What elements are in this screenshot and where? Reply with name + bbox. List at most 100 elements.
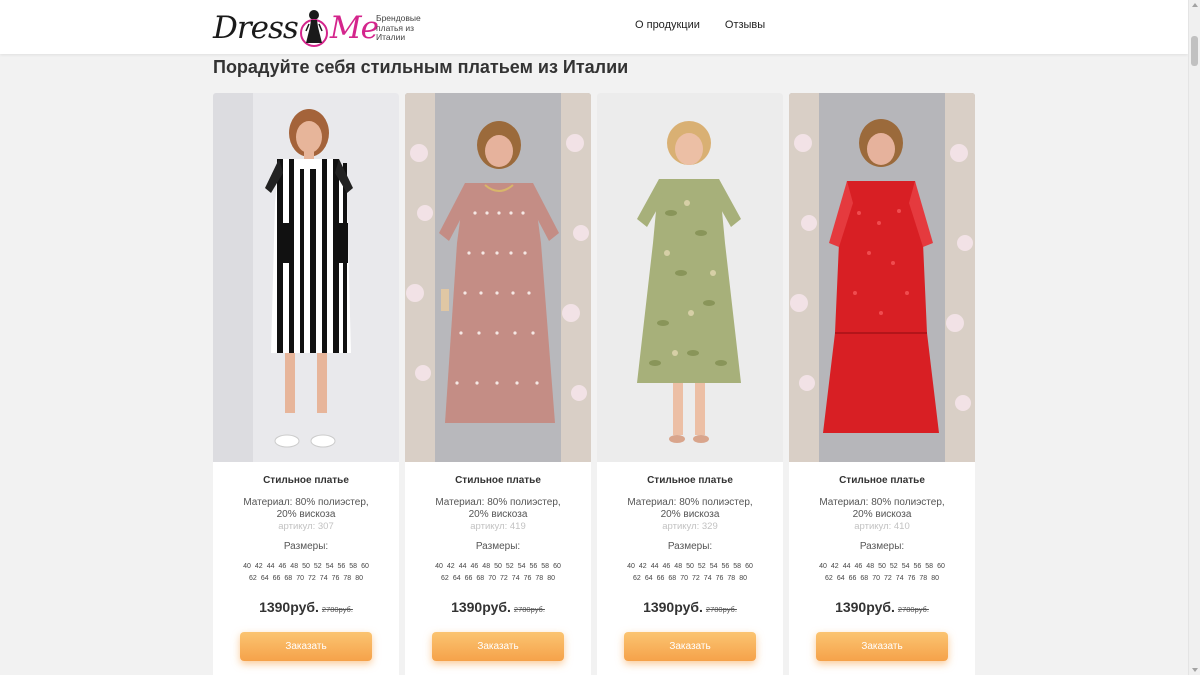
product-article: артикул: 419 [470, 521, 526, 532]
size-option: 52 [697, 563, 706, 570]
site-header: Dress Me Брендовые платья из Италии О пр… [0, 0, 1188, 54]
size-option: 72 [884, 575, 892, 582]
size-option: 52 [505, 563, 514, 570]
size-option: 78 [343, 575, 352, 582]
size-option: 72 [308, 575, 316, 582]
product-title: Стильное платье [263, 475, 349, 486]
nav-item-products[interactable]: О продукции [635, 19, 700, 31]
size-option: 80 [931, 575, 939, 582]
scroll-down-arrow-icon[interactable] [1192, 668, 1198, 672]
size-option: 76 [907, 575, 916, 582]
product-article: артикул: 410 [854, 521, 910, 532]
size-option: 40 [819, 563, 827, 570]
logo-text-me: Me [329, 10, 379, 46]
dress-photo-image [213, 93, 399, 462]
product-price: 1390руб. [643, 599, 703, 615]
size-option: 56 [913, 563, 922, 570]
size-option: 62 [633, 575, 641, 582]
size-option: 48 [866, 563, 875, 570]
size-option: 42 [254, 563, 263, 570]
sizes-list: 40 42 44 46 48 50 52 54 56 58 60 62 64 66 68 70 72 74 76 7… [797, 561, 967, 585]
size-option: 54 [709, 563, 718, 570]
size-option: 60 [745, 563, 753, 570]
scroll-up-arrow-icon[interactable] [1192, 3, 1198, 7]
order-button[interactable]: Заказать [816, 632, 948, 661]
tagline: Брендовые платья из Италии [376, 13, 421, 42]
size-option: 40 [243, 563, 251, 570]
size-option: 66 [464, 575, 473, 582]
product-card: Стильное платье Материал: 80% полиэстер,… [405, 93, 591, 675]
product-material: Материал: 80% полиэстер, 20% вискоза [627, 497, 753, 520]
size-option: 46 [470, 563, 479, 570]
size-option: 44 [650, 563, 659, 570]
size-option: 64 [260, 575, 269, 582]
product-photo[interactable] [789, 93, 975, 462]
product-grid: Стильное платье Материал: 80% полиэстер,… [213, 93, 975, 675]
size-option: 50 [302, 563, 310, 570]
product-article: артикул: 329 [662, 521, 718, 532]
size-option: 78 [727, 575, 736, 582]
size-option: 52 [889, 563, 898, 570]
product-old-price: 2780руб. [513, 605, 545, 614]
size-option: 50 [494, 563, 502, 570]
size-option: 70 [296, 575, 304, 582]
size-option: 44 [266, 563, 275, 570]
size-option: 56 [721, 563, 730, 570]
dress-photo-image [405, 93, 591, 462]
size-option: 58 [541, 563, 550, 570]
size-option: 66 [272, 575, 281, 582]
size-option: 72 [692, 575, 700, 582]
size-option: 54 [325, 563, 334, 570]
size-option: 66 [656, 575, 665, 582]
size-option: 54 [517, 563, 526, 570]
product-title: Стильное платье [455, 475, 541, 486]
order-button[interactable]: Заказать [432, 632, 564, 661]
product-material: Материал: 80% полиэстер, 20% вискоза [819, 497, 945, 520]
size-option: 58 [349, 563, 358, 570]
size-option: 78 [535, 575, 544, 582]
size-option: 76 [331, 575, 340, 582]
size-option: 76 [523, 575, 532, 582]
product-material: Материал: 80% полиэстер, 20% вискоза [243, 497, 369, 520]
size-option: 72 [500, 575, 508, 582]
dress-photo-image [597, 93, 783, 462]
product-card: Стильное платье Материал: 80% полиэстер,… [213, 93, 399, 675]
sizes-label: Размеры: [667, 541, 713, 552]
size-option: 44 [842, 563, 851, 570]
product-old-price: 2780руб. [705, 605, 737, 614]
size-option: 74 [511, 575, 520, 582]
nav-item-reviews[interactable]: Отзывы [725, 19, 765, 31]
size-option: 46 [854, 563, 863, 570]
size-option: 48 [290, 563, 299, 570]
size-option: 42 [830, 563, 839, 570]
size-option: 56 [529, 563, 538, 570]
size-option: 56 [337, 563, 346, 570]
page-scrollbar[interactable] [1188, 0, 1200, 675]
scroll-thumb[interactable] [1191, 36, 1198, 66]
product-photo[interactable] [597, 93, 783, 462]
size-option: 62 [825, 575, 833, 582]
size-option: 58 [925, 563, 934, 570]
size-option: 42 [638, 563, 647, 570]
logo-text-dress: Dress [213, 10, 299, 46]
dress-silhouette-icon [299, 10, 328, 47]
size-option: 80 [739, 575, 747, 582]
product-price: 1390руб. [259, 599, 319, 615]
size-option: 74 [895, 575, 904, 582]
size-option: 60 [361, 563, 369, 570]
size-option: 52 [313, 563, 322, 570]
product-title: Стильное платье [839, 475, 925, 486]
order-button[interactable]: Заказать [624, 632, 756, 661]
size-option: 46 [278, 563, 287, 570]
size-option: 68 [284, 575, 293, 582]
product-price: 1390руб. [451, 599, 511, 615]
product-photo[interactable] [213, 93, 399, 462]
order-button[interactable]: Заказать [240, 632, 372, 661]
size-option: 44 [458, 563, 467, 570]
logo[interactable]: Dress Me [213, 6, 379, 50]
sizes-list: 40 42 44 46 48 50 52 54 56 58 60 62 64 66 68 70 72 74 76 7… [605, 561, 775, 585]
size-option: 74 [319, 575, 328, 582]
main-nav: О продукции Отзывы [635, 19, 765, 31]
size-option: 58 [733, 563, 742, 570]
product-photo[interactable] [405, 93, 591, 462]
